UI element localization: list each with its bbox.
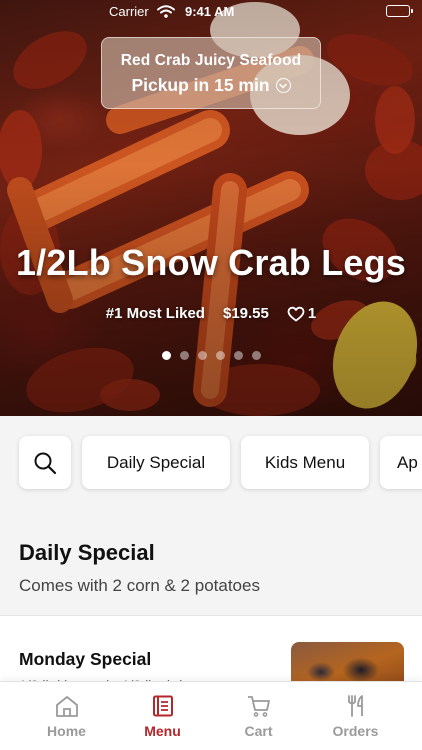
category-chip-kids-menu[interactable]: Kids Menu [241,436,369,489]
carousel-dot[interactable] [197,351,207,360]
like-count: 1 [307,305,317,322]
carousel-dot[interactable] [215,351,225,360]
store-selector[interactable]: Red Crab Juicy Seafood Pickup in 15 min [101,37,321,109]
app-screen: Carrier 9:41 AM Red Crab Juicy Seafood P… [0,0,422,750]
store-name: Red Crab Juicy Seafood [120,52,302,69]
section-title: Daily Special [19,540,155,565]
tab-menu[interactable]: Menu [110,682,215,750]
tab-orders-label: Orders [332,723,379,739]
carousel-dot[interactable] [179,351,189,360]
search-button[interactable] [19,436,71,489]
like-button[interactable]: 1 [287,305,316,322]
heart-icon [287,306,305,321]
section-header: Daily Special Comes with 2 corn & 2 pota… [0,540,422,596]
cart-icon [247,696,270,717]
dish-price: $19.55 [222,305,269,322]
tab-orders[interactable]: Orders [303,682,408,750]
carousel-dot[interactable] [251,351,261,360]
tab-menu-label: Menu [144,723,181,739]
section-subtitle: Comes with 2 corn & 2 potatoes [19,576,260,595]
category-bar: Daily Special Kids Menu Ap [0,416,422,516]
item-name: Monday Special [19,649,152,669]
pickup-time: Pickup in 15 min [131,75,270,95]
menu-icon [152,695,173,717]
carousel-dot[interactable] [233,351,243,360]
fork-knife-icon [347,695,363,717]
chevron-down-circle-icon [275,78,291,93]
category-chip-appetizers[interactable]: Ap [380,436,422,489]
status-bar: Carrier 9:41 AM [0,0,422,24]
tab-bar: Home Menu Cart Orders [0,681,422,750]
home-icon [55,696,78,717]
most-liked-badge: #1 Most Liked [105,305,205,322]
search-icon [34,452,57,474]
carousel-indicator[interactable] [0,351,422,360]
carrier-label: Carrier [109,4,149,19]
tab-cart[interactable]: Cart [206,682,311,750]
pickup-time-row: Pickup in 15 min [102,75,320,96]
dish-meta: #1 Most Liked $19.55 1 [0,305,422,322]
dish-title: 1/2Lb Snow Crab Legs [15,242,407,283]
wifi-icon [157,5,175,21]
tab-cart-label: Cart [244,723,273,739]
tab-home[interactable]: Home [14,682,119,750]
clock: 9:41 AM [185,4,235,19]
category-chip-daily-special[interactable]: Daily Special [82,436,230,489]
tab-home-label: Home [47,723,86,739]
battery-icon [386,5,413,17]
carousel-dot[interactable] [161,351,171,360]
